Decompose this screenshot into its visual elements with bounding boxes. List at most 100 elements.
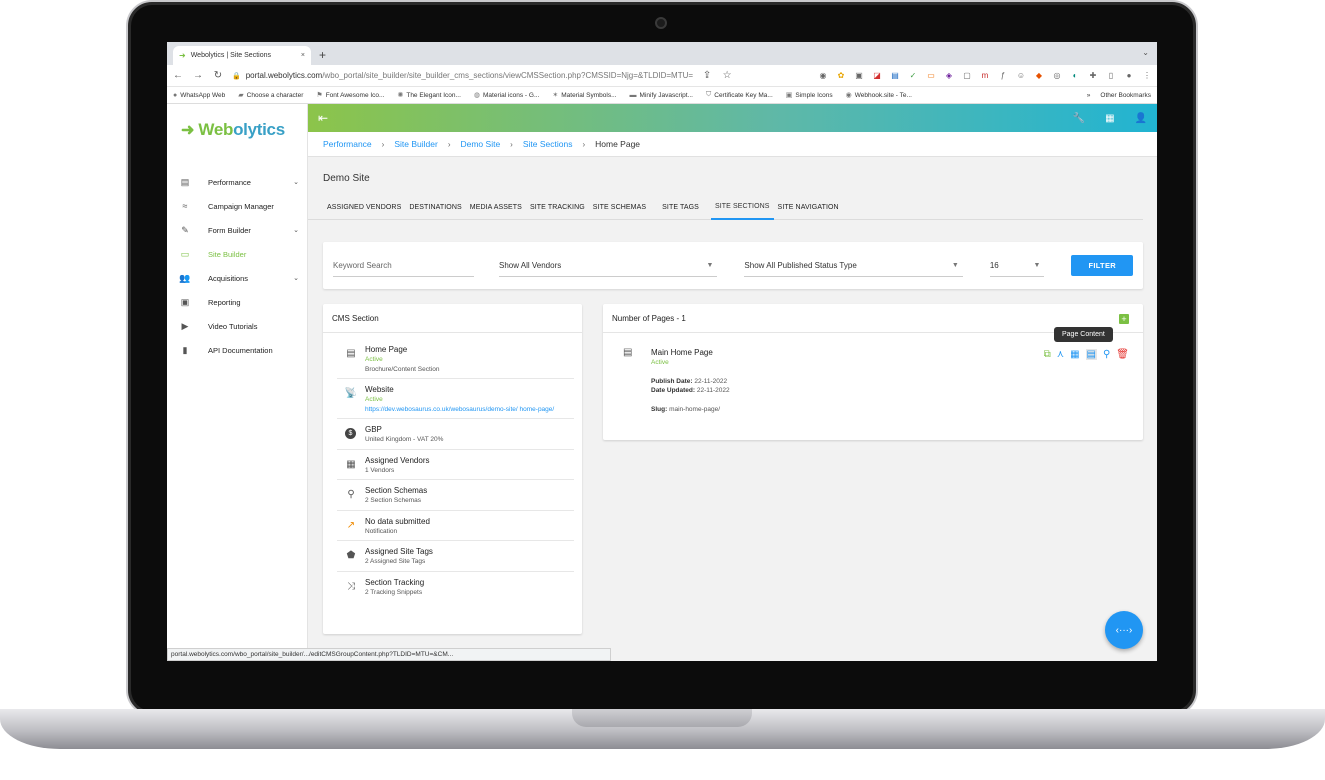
simple-icon: ▣ [785, 92, 793, 99]
layout-icon[interactable]: ▦ [1070, 349, 1079, 360]
browser-tab[interactable]: ➜ Webolytics | Site Sections × [173, 46, 311, 65]
tab-site-schemas[interactable]: SITE SCHEMAS [589, 195, 650, 220]
extension-icon[interactable]: ▭ [926, 71, 936, 80]
sidebar-item-label: API Documentation [208, 345, 273, 355]
cms-section-detail: United Kingdom - VAT 20% [365, 436, 444, 443]
tab-search-icon[interactable]: ⌄ [1142, 48, 1149, 57]
forward-icon[interactable]: → [192, 70, 204, 81]
tab-assigned-vendors[interactable]: ASSIGNED VENDORS [323, 195, 405, 220]
chevron-down-icon[interactable]: ⌄ [293, 274, 299, 282]
extension-icon[interactable]: ◆ [1034, 71, 1044, 80]
breadcrumb-item[interactable]: Site Sections [523, 139, 573, 149]
extension-icon[interactable]: ☺ [1016, 71, 1026, 80]
top-bar: ⇤ 🔧 ▦ 👤 [308, 104, 1157, 132]
add-page-button[interactable]: + [1119, 314, 1129, 324]
avatar[interactable]: ● [1124, 71, 1134, 80]
code-fab-button[interactable]: ‹···› [1105, 611, 1143, 649]
sidebar-item-api-documentation[interactable]: ▮ API Documentation [167, 338, 307, 362]
breadcrumb-item[interactable]: Demo Site [460, 139, 500, 149]
other-bookmarks[interactable]: Other Bookmarks [1100, 92, 1151, 99]
delete-icon[interactable]: 🗑 [1116, 349, 1129, 360]
bookmark-item[interactable]: ✶ Material Symbols... [552, 91, 616, 100]
bookmark-star-icon[interactable]: ☆ [721, 70, 733, 81]
slug-value: main-home-page/ [669, 405, 721, 413]
cms-section-detail: 2 Assigned Site Tags [365, 558, 426, 565]
extension-icon[interactable]: ◈ [944, 71, 954, 80]
tab-site-tags[interactable]: SITE TAGS [658, 195, 703, 220]
wrench-icon[interactable]: 🔧 [1073, 113, 1085, 124]
extension-icon[interactable]: ◪ [872, 71, 882, 80]
back-icon[interactable]: ← [172, 70, 184, 81]
sidebar: ➜ Webolytics ▤ Performance ⌄ ≈ Campaign Mana… [167, 104, 308, 661]
tab-site-sections[interactable]: SITE SECTIONS [710, 195, 774, 220]
sidepanel-icon[interactable]: ▯ [1106, 71, 1116, 80]
bookmark-item[interactable]: ▬ Minify Javascript... [630, 92, 693, 99]
chevron-down-icon[interactable]: ⌄ [293, 178, 299, 186]
tab-media-assets[interactable]: MEDIA ASSETS [466, 195, 526, 220]
bookmark-item[interactable]: ◍ Material icons - G... [474, 91, 539, 100]
sidebar-item-reporting[interactable]: ▣ Reporting [167, 290, 307, 314]
page-content-icon[interactable]: ▤ [1085, 349, 1097, 360]
collapse-sidebar-icon[interactable]: ⇤ [318, 111, 328, 125]
sidebar-item-form-builder[interactable]: ✎ Form Builder ⌄ [167, 218, 307, 242]
extension-icon[interactable]: ✿ [836, 71, 846, 80]
browser-menu-icon[interactable]: ⋮ [1142, 71, 1152, 80]
logo[interactable]: ➜ Webolytics [167, 104, 307, 156]
bookmarks-more-button[interactable]: » [1087, 92, 1091, 99]
user-icon[interactable]: 👤 [1135, 113, 1147, 124]
tab-site-navigation[interactable]: SITE NAVIGATION [774, 195, 843, 220]
extension-icon[interactable]: ▣ [854, 71, 864, 80]
extension-icon[interactable]: ◉ [818, 71, 828, 80]
close-tab-icon[interactable]: × [301, 52, 305, 59]
extension-icon[interactable]: ◐ [1070, 71, 1080, 80]
chevron-down-icon[interactable]: ⌄ [293, 226, 299, 234]
address-bar[interactable]: 🔒 portal.webolytics.com/wbo_portal/site_… [232, 71, 693, 80]
extension-icon[interactable]: ✓ [908, 71, 918, 80]
status-select[interactable]: Show All Published Status Type ▼ [744, 255, 963, 277]
bookmark-item[interactable]: ▰ Choose a character [238, 91, 303, 100]
extension-icon[interactable]: ◎ [1052, 71, 1062, 80]
bookmark-item[interactable]: ▣ Simple Icons [785, 91, 833, 100]
cms-section-row[interactable]: ↗ No data submitted Notification [337, 511, 574, 541]
sidebar-item-performance[interactable]: ▤ Performance ⌄ [167, 170, 307, 194]
dashboard-grid-icon[interactable]: ▦ [1105, 113, 1114, 124]
keyword-search-input[interactable]: Keyword Search [333, 255, 474, 277]
share-icon[interactable]: ⇪ [701, 70, 713, 81]
cms-section-text: Assigned Vendors 1 Vendors [365, 455, 574, 476]
tab-site-tracking[interactable]: SITE TRACKING [526, 195, 589, 220]
cms-section-row[interactable]: ⤨ Section Tracking 2 Tracking Snippets [337, 572, 574, 602]
vendor-select[interactable]: Show All Vendors ▼ [498, 255, 718, 277]
bookmark-item[interactable]: ⛉ Certificate Key Ma... [706, 91, 773, 99]
cms-section-row[interactable]: ▦ Assigned Vendors 1 Vendors [337, 450, 574, 480]
hierarchy-icon[interactable]: ⋏ [1057, 349, 1064, 360]
bookmark-item[interactable]: ⚑ Font Awesome Ico... [316, 91, 384, 100]
cms-section-row[interactable]: 📡 Website Active https://dev.webosaurus.co.… [337, 379, 574, 419]
section-url-link[interactable]: https://dev.webosaurus.co.uk/webosaurus/… [365, 405, 574, 415]
filter-button[interactable]: FILTER [1071, 255, 1133, 276]
sidebar-item-acquisitions[interactable]: 👥 Acquisitions ⌄ [167, 266, 307, 290]
extension-icon[interactable]: ƒ [998, 71, 1008, 80]
page-details: Main Home Page Active Publish Date: 22-1… [651, 347, 730, 414]
sidebar-item-campaign-manager[interactable]: ≈ Campaign Manager [167, 194, 307, 218]
reload-icon[interactable]: ↻ [212, 70, 224, 81]
puzzle-icon[interactable]: ✚ [1088, 71, 1098, 80]
extension-icon[interactable]: ▢ [962, 71, 972, 80]
cms-section-row[interactable]: ▤ Home Page Active Brochure/Content Section [337, 339, 574, 379]
new-tab-button[interactable]: + [319, 48, 326, 62]
sidebar-item-video-tutorials[interactable]: ▶ Video Tutorials [167, 314, 307, 338]
duplicate-page-icon[interactable]: ⧉ [1044, 349, 1051, 360]
tab-destinations[interactable]: DESTINATIONS [405, 195, 465, 220]
breadcrumb-item[interactable]: Site Builder [394, 139, 437, 149]
extension-icon[interactable]: ▤ [890, 71, 900, 80]
search-icon[interactable]: ⚲ [1103, 349, 1110, 360]
bookmark-item[interactable]: ◉ Webhook.site - Te... [846, 91, 912, 100]
bookmark-item[interactable]: ● WhatsApp Web [173, 92, 225, 99]
per-page-select[interactable]: 16 ▼ [989, 255, 1045, 277]
breadcrumb-item[interactable]: Performance [323, 139, 372, 149]
cms-section-row[interactable]: ⬟ Assigned Site Tags 2 Assigned Site Tags [337, 541, 574, 572]
cms-section-row[interactable]: $ GBP United Kingdom - VAT 20% [337, 419, 574, 450]
bookmark-item[interactable]: ✺ The Elegant Icon... [397, 91, 460, 100]
sidebar-item-site-builder[interactable]: ▭ Site Builder [167, 242, 307, 266]
extension-icon[interactable]: m [980, 71, 990, 80]
cms-section-row[interactable]: ⚲ Section Schemas 2 Section Schemas [337, 480, 574, 511]
